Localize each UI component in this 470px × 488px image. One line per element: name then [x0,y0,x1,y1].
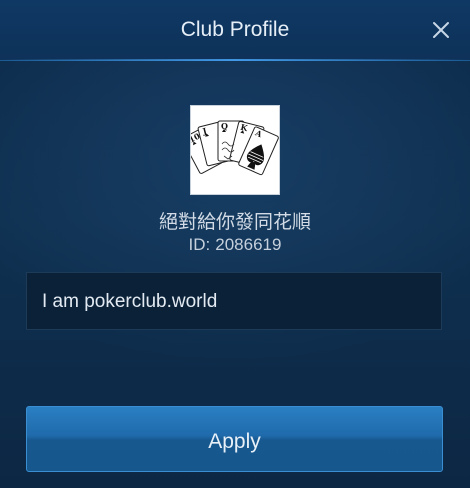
club-id-label: ID: [188,235,211,254]
apply-button[interactable]: Apply [26,406,443,472]
playing-cards-logo-icon: 10 J Q K A [191,120,279,176]
svg-text:Q: Q [221,121,228,131]
club-name: 絕對給你發同花順 [158,211,311,233]
header-divider [0,59,470,61]
club-profile-dialog: Club Profile 10 J Q K A 絕對給你發同花順 ID: 208… [0,0,470,488]
dialog-title: Club Profile [180,18,290,41]
club-logo: 10 J Q K A [191,106,279,194]
club-description-field[interactable]: I am pokerclub.world [26,272,442,330]
club-id: ID: 2086619 [0,235,470,255]
club-id-value: 2086619 [215,235,282,254]
close-button[interactable] [428,17,454,43]
close-icon [433,22,449,38]
club-description-text: I am pokerclub.world [42,291,218,312]
apply-button-label: Apply [208,430,261,453]
dialog-header: Club Profile [0,0,470,61]
